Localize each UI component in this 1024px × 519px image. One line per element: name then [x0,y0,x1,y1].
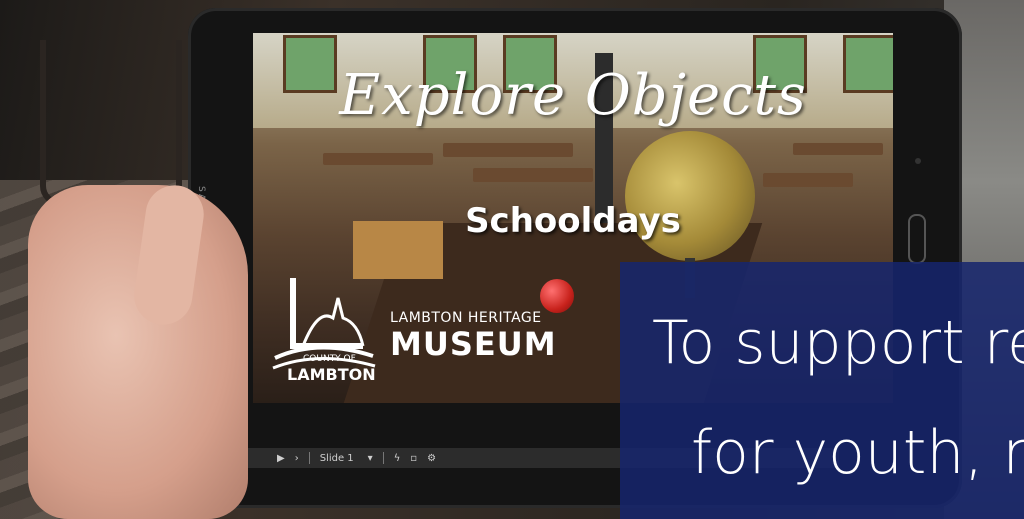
globe [625,131,755,261]
play-icon[interactable]: ▶ [277,453,285,464]
logo-county-name: LAMBTON [287,365,376,384]
control-divider [382,452,384,464]
slide-label: Slide 1 [319,452,354,464]
classroom-desk [323,153,433,165]
hand [28,185,248,519]
slide-subtitle: Schooldays [465,201,681,241]
logo-county-top: COUNTY OF [303,354,356,364]
overlay-line-1: To support re [652,308,1024,378]
control-divider [308,452,310,464]
slide-title: Explore Objects [339,63,807,128]
background-chair [40,40,182,206]
classroom-desk [763,173,853,187]
classroom-desk [793,143,883,155]
museum-name-line2: MUSEUM [390,325,557,363]
photo-scene: SAMSUNG Explore Objects Schooldays COUNT… [0,0,1024,519]
next-icon[interactable]: › [295,453,299,464]
square-icon[interactable]: ▫ [410,453,417,464]
text-overlay-panel: To support re for youth, m [620,262,1024,519]
gear-icon[interactable]: ⚙ [427,453,436,464]
classroom-desk [443,143,573,157]
tablet-sensor [915,158,921,164]
apple [540,279,574,313]
lightning-icon[interactable]: ϟ [394,453,401,464]
chevron-down-icon: ▾ [367,452,373,464]
overlay-line-2: for youth, m [691,418,1024,488]
tablet-home-button [908,214,926,264]
slide-selector[interactable]: Slide 1 ▾ [320,453,373,464]
museum-name-line1: LAMBTON HERITAGE [390,310,542,326]
classroom-desk [473,168,593,182]
